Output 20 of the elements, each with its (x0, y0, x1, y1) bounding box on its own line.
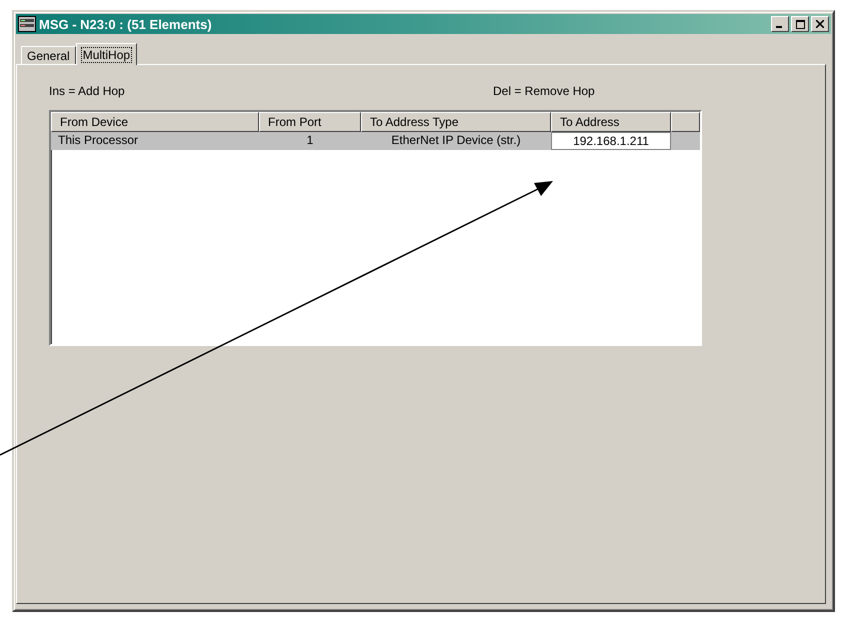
table-cell-text: This Processor (57, 132, 140, 149)
table-row[interactable]: This Processor 1 EtherNet IP Device (str.) 192.168.1.211 (51, 132, 700, 150)
table-cell-text: 1 (306, 132, 314, 149)
minimize-button[interactable] (771, 16, 789, 32)
column-header[interactable]: From Device (51, 112, 259, 132)
column-header[interactable]: To Address Type (361, 112, 551, 132)
hint-text: Ins = Add Hop (49, 84, 126, 100)
window-title: MSG - N23:0 : (51 Elements) (39, 16, 212, 32)
table-cell-text: EtherNet IP Device (str.) (390, 132, 522, 149)
close-icon (816, 20, 824, 28)
rack-icon (18, 16, 36, 32)
hint-text: Del = Remove Hop (493, 84, 595, 100)
address-field[interactable]: 192.168.1.211 (551, 132, 671, 150)
maximize-icon (796, 20, 804, 28)
tab[interactable]: General (21, 46, 76, 64)
tab[interactable]: MultiHop (76, 43, 138, 65)
column-header[interactable]: To Address (551, 112, 671, 132)
maximize-button[interactable] (791, 16, 809, 32)
column-header[interactable]: From Port (259, 112, 361, 132)
close-button[interactable] (811, 16, 829, 32)
